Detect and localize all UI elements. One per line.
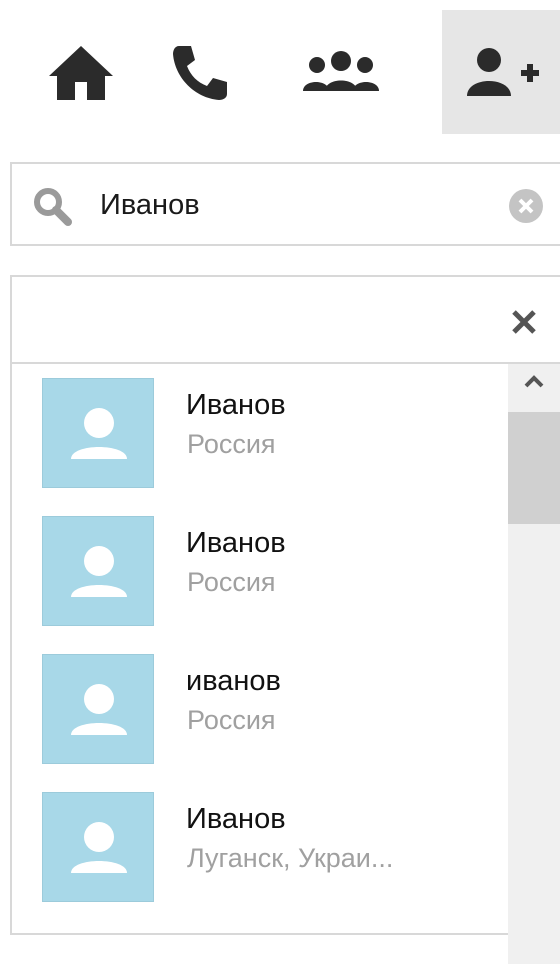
avatar [42,378,154,488]
contact-location: Россия [187,429,276,459]
phone-icon [173,46,227,100]
contact-name: Иванов [186,803,286,835]
search-results-panel: Иванов Россия Иванов Россия иванов Росси [10,275,560,964]
add-contact-icon [467,48,539,96]
top-toolbar [0,0,560,134]
groups-button[interactable] [282,10,400,134]
results-list: Иванов Россия Иванов Россия иванов Росси [12,364,508,924]
calls-button[interactable] [142,10,260,134]
user-placeholder-icon [71,822,127,873]
clear-icon [518,198,534,214]
group-icon [303,51,379,91]
contact-location: Россия [187,705,276,735]
close-icon[interactable] [507,305,541,339]
contact-name: иванов [186,665,281,697]
avatar [42,792,154,902]
avatar [42,516,154,626]
user-placeholder-icon [71,408,127,459]
results-scrollbar[interactable] [508,364,560,964]
search-box [10,162,560,246]
list-item[interactable]: Иванов Россия [12,502,508,640]
clear-search-button[interactable] [509,189,543,223]
add-contact-button[interactable] [442,10,560,134]
contact-location: Луганск, Украи... [187,843,394,873]
avatar [42,654,154,764]
user-placeholder-icon [71,684,127,735]
list-item[interactable]: Иванов Луганск, Украи... [12,778,508,916]
contact-location: Россия [187,567,276,597]
contact-name: Иванов [186,389,286,421]
search-icon [34,188,72,226]
search-input[interactable] [100,182,480,228]
home-icon [49,46,113,100]
home-button[interactable] [22,10,140,134]
chevron-up-icon[interactable] [508,364,560,400]
list-item[interactable]: иванов Россия [12,640,508,778]
user-placeholder-icon [71,546,127,597]
scrollbar-thumb[interactable] [508,412,560,524]
list-item[interactable]: Иванов Россия [12,364,508,502]
contact-name: Иванов [186,527,286,559]
